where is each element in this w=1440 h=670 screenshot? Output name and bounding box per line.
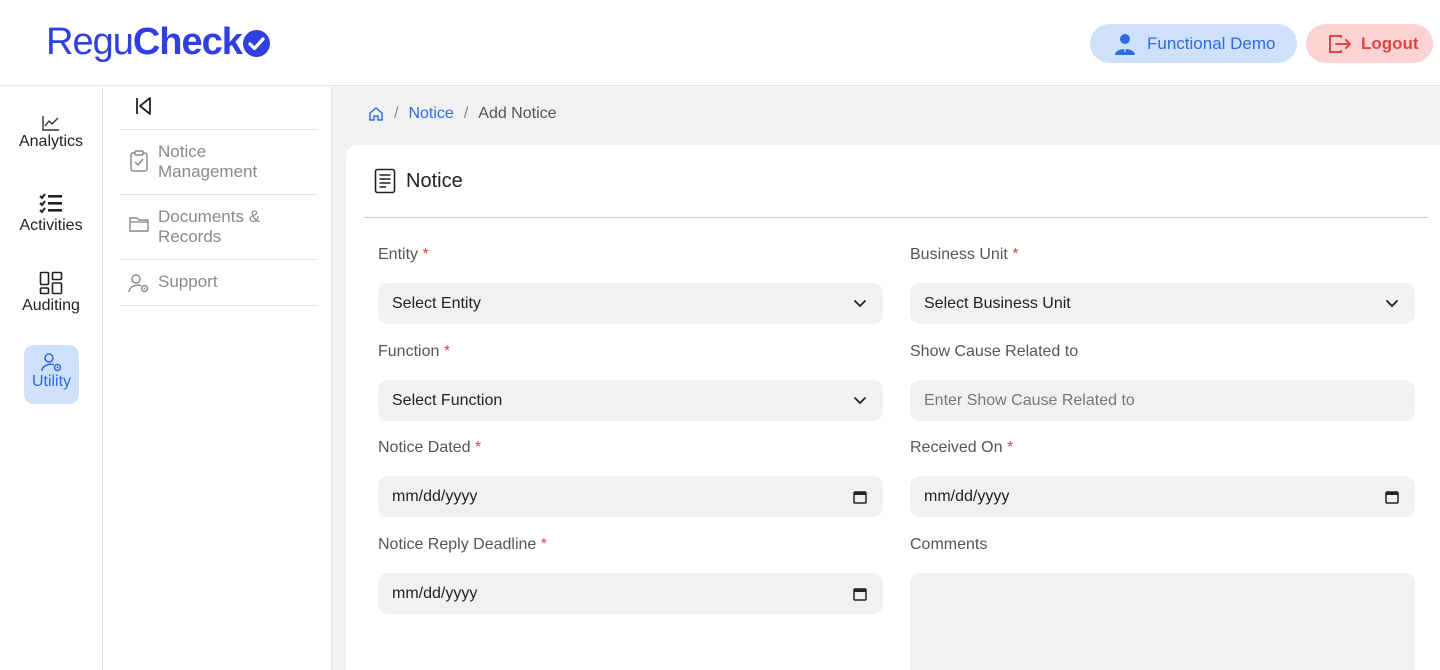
sidebar-label-documents-records: Documents & Records: [158, 207, 261, 246]
rail-item-analytics[interactable]: Analytics: [0, 115, 102, 151]
app-logo[interactable]: Regu Check: [46, 18, 270, 66]
logout-label: Logout: [1361, 33, 1419, 53]
secondary-sidebar: Notice Management Documents & Records Su…: [103, 87, 332, 670]
reply-deadline-input[interactable]: mm/dd/yyyy: [378, 573, 883, 614]
rail-item-utility[interactable]: Utility: [24, 345, 79, 404]
main-content: / Notice / Add Notice Notice Entity * Se…: [332, 87, 1440, 670]
required-marker: *: [1012, 246, 1019, 263]
sidebar-item-support[interactable]: Support: [120, 272, 317, 294]
user-gear-icon: [24, 345, 79, 373]
collapse-sidebar-icon[interactable]: [135, 96, 153, 121]
divider: [120, 194, 317, 195]
user-profile-button[interactable]: Functional Demo: [1090, 24, 1297, 63]
top-header: Regu Check Functional Demo Logout: [0, 0, 1440, 86]
required-marker: *: [422, 246, 429, 263]
rail-label-analytics: Analytics: [18, 133, 84, 150]
divider: [120, 305, 317, 306]
business-unit-label-text: Business Unit: [910, 246, 1008, 263]
received-on-label: Received On *: [910, 439, 1013, 457]
function-label-text: Function: [378, 343, 440, 360]
breadcrumb-separator: /: [394, 105, 399, 122]
business-unit-select[interactable]: Select Business Unit: [910, 283, 1415, 324]
sidebar-item-documents-records[interactable]: Documents & Records: [120, 207, 317, 247]
entity-label: Entity *: [378, 246, 429, 264]
received-on-input[interactable]: mm/dd/yyyy: [910, 476, 1415, 517]
card-title: Notice: [406, 169, 463, 192]
home-icon[interactable]: [368, 106, 384, 122]
logo-check-icon: [242, 29, 270, 57]
sidebar-label-notice-management: Notice Management: [158, 142, 258, 181]
rail-label-activities: Activities: [19, 217, 83, 234]
rail-label-utility: Utility: [31, 373, 72, 390]
reply-deadline-label-text: Notice Reply Deadline: [378, 536, 537, 553]
breadcrumb-notice-link[interactable]: Notice: [408, 105, 453, 123]
entity-select[interactable]: Select Entity: [378, 283, 883, 324]
divider: [120, 259, 317, 260]
required-marker: *: [474, 439, 482, 456]
divider: [120, 129, 317, 130]
sidebar-item-notice-management[interactable]: Notice Management: [120, 142, 317, 182]
breadcrumb: / Notice / Add Notice: [368, 105, 557, 123]
notice-dated-label-text: Notice Dated: [378, 439, 471, 456]
clipboard-check-icon: [120, 142, 158, 172]
card-header: Notice: [364, 145, 1428, 218]
entity-label-text: Entity: [378, 246, 419, 263]
folder-icon: [120, 207, 158, 233]
chevron-down-icon: [853, 299, 867, 308]
business-unit-select-value: Select Business Unit: [924, 294, 1071, 312]
rail-item-auditing[interactable]: Auditing: [0, 271, 102, 315]
required-marker: *: [1006, 439, 1014, 456]
notice-dated-label: Notice Dated *: [378, 439, 481, 457]
function-select[interactable]: Select Function: [378, 380, 883, 421]
function-label: Function *: [378, 343, 450, 361]
show-cause-placeholder: Enter Show Cause Related to: [924, 391, 1135, 409]
function-select-value: Select Function: [392, 391, 503, 409]
reply-deadline-label: Notice Reply Deadline *: [378, 536, 547, 554]
breadcrumb-current: Add Notice: [478, 105, 557, 122]
logout-button[interactable]: Logout: [1306, 24, 1433, 63]
document-icon: [374, 168, 396, 194]
entity-select-value: Select Entity: [392, 294, 481, 312]
required-marker: *: [540, 536, 547, 553]
primary-rail: Analytics Activities Auditing Utility: [0, 87, 103, 670]
calendar-icon[interactable]: [853, 587, 867, 601]
chart-line-icon: [0, 115, 102, 131]
comments-textarea[interactable]: [910, 573, 1415, 670]
calendar-icon[interactable]: [853, 490, 867, 504]
dashboard-icon: [0, 271, 102, 295]
rail-item-activities[interactable]: Activities: [0, 193, 102, 235]
reply-deadline-value: mm/dd/yyyy: [392, 584, 478, 602]
user-name-label: Functional Demo: [1147, 33, 1276, 53]
notice-dated-input[interactable]: mm/dd/yyyy: [378, 476, 883, 517]
required-marker: *: [443, 343, 451, 360]
received-on-label-text: Received On: [910, 439, 1003, 456]
sidebar-label-support: Support: [158, 272, 218, 291]
chevron-down-icon: [853, 396, 867, 405]
business-unit-label: Business Unit *: [910, 246, 1019, 264]
comments-label: Comments: [910, 536, 987, 554]
calendar-icon[interactable]: [1385, 490, 1399, 504]
received-on-value: mm/dd/yyyy: [924, 487, 1010, 505]
comments-label-text: Comments: [910, 536, 988, 553]
show-cause-label-text: Show Cause Related to: [910, 343, 1079, 360]
logout-icon: [1328, 34, 1352, 54]
notice-form-card: Notice Entity * Select Entity Business U…: [346, 145, 1440, 670]
user-icon: [1114, 32, 1136, 56]
show-cause-input[interactable]: Enter Show Cause Related to: [910, 380, 1415, 421]
logo-text-check: Check: [132, 20, 243, 63]
notice-dated-value: mm/dd/yyyy: [392, 487, 478, 505]
user-gear-icon: [120, 272, 158, 294]
rail-label-auditing: Auditing: [22, 297, 80, 314]
chevron-down-icon: [1385, 299, 1399, 308]
breadcrumb-separator: /: [463, 105, 469, 122]
show-cause-label: Show Cause Related to: [910, 343, 1078, 361]
checklist-icon: [0, 193, 102, 215]
logo-text-regu: Regu: [46, 20, 134, 63]
